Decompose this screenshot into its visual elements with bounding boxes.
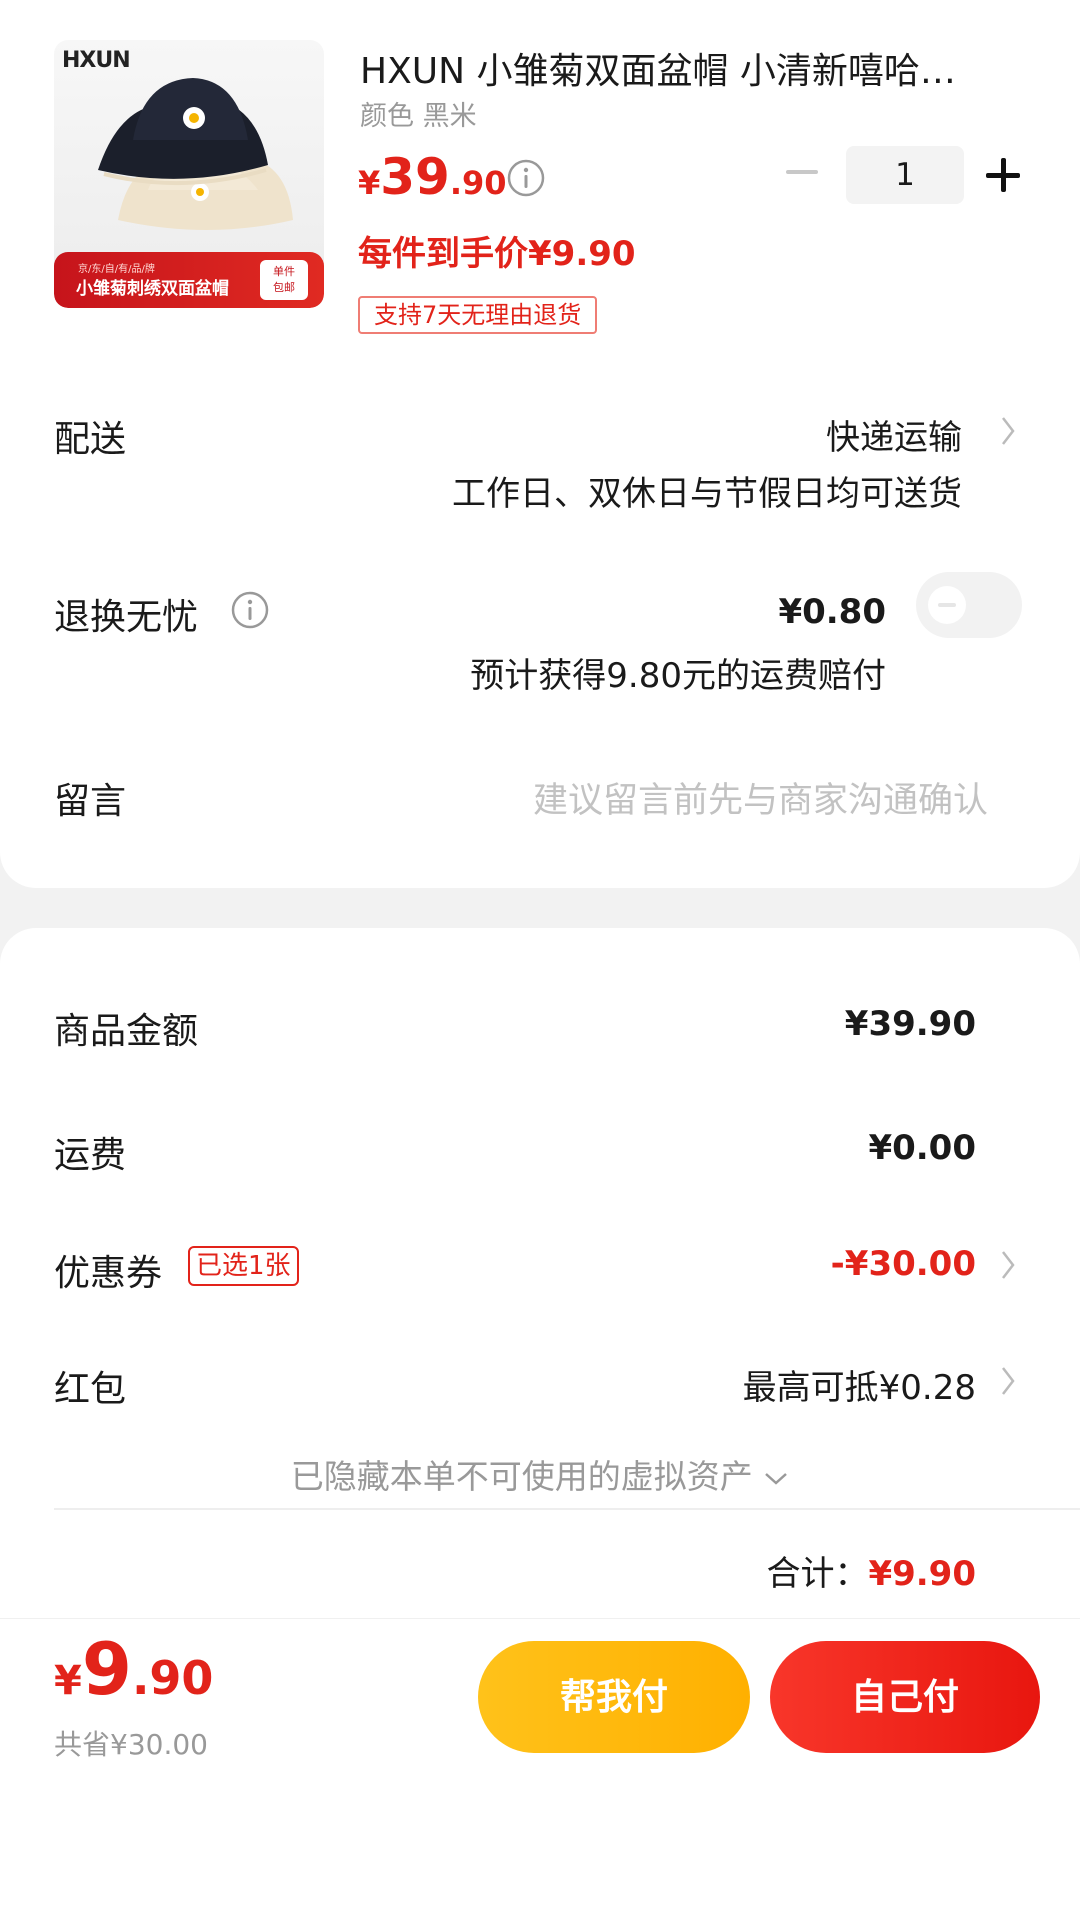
chevron-down-icon bbox=[765, 1472, 788, 1485]
payable-decimal: .90 bbox=[131, 1651, 214, 1705]
chevron-right-icon[interactable] bbox=[998, 1248, 1018, 1282]
coupon-label: 优惠券 bbox=[54, 1253, 163, 1294]
order-summary-card bbox=[0, 928, 1080, 1928]
quantity-increase-button[interactable] bbox=[986, 158, 1020, 192]
quantity-decrease-button[interactable] bbox=[786, 170, 818, 174]
delivery-label: 配送 bbox=[54, 419, 127, 460]
message-label: 留言 bbox=[54, 781, 127, 822]
product-price: ¥39.90 bbox=[358, 148, 507, 206]
image-banner-title: 小雏菊刺绣双面盆帽 bbox=[76, 279, 229, 299]
delivery-note: 工作日、双休日与节假日均可送货 bbox=[452, 474, 962, 514]
toggle-knob bbox=[928, 586, 966, 624]
shipping-fee-label: 运费 bbox=[54, 1135, 127, 1176]
return-insurance-label: 退换无忧 bbox=[54, 597, 199, 638]
quantity-input[interactable]: 1 bbox=[846, 146, 964, 204]
price-currency: ¥ bbox=[358, 164, 381, 202]
hidden-assets-toggle[interactable]: 已隐藏本单不可使用的虚拟资产 bbox=[0, 1450, 1080, 1498]
bucket-hat-illustration bbox=[98, 78, 293, 230]
price-info-icon[interactable] bbox=[506, 158, 546, 198]
delivery-method[interactable]: 快递运输 bbox=[826, 410, 962, 459]
return-insurance-toggle[interactable] bbox=[916, 572, 1022, 638]
help-me-pay-button[interactable]: 帮我付 bbox=[478, 1641, 750, 1753]
price-decimal: .90 bbox=[449, 164, 507, 202]
pay-myself-button[interactable]: 自己付 bbox=[770, 1641, 1040, 1753]
free-shipping-badge: 单件 包邮 bbox=[260, 260, 308, 300]
red-packet-label: 红包 bbox=[54, 1369, 127, 1410]
badge-line-2: 包邮 bbox=[273, 281, 295, 294]
price-integer: 39 bbox=[380, 148, 450, 206]
return-insurance-info-icon[interactable] bbox=[230, 590, 270, 630]
product-spec[interactable]: 颜色 黑米 bbox=[360, 94, 477, 133]
red-packet-value[interactable]: 最高可抵¥0.28 bbox=[743, 1360, 976, 1409]
payable-integer: 9 bbox=[81, 1627, 132, 1711]
return-policy-tag: 支持7天无理由退货 bbox=[358, 296, 598, 334]
shipping-fee-value: ¥0.00 bbox=[868, 1128, 976, 1168]
chevron-right-icon[interactable] bbox=[998, 1364, 1018, 1398]
return-insurance-price: ¥0.80 bbox=[778, 592, 886, 632]
goods-amount-label: 商品金额 bbox=[54, 1011, 199, 1052]
checkout-bar: ¥9.90 共省¥30.00 帮我付 自己付 bbox=[0, 1618, 1080, 1761]
coupon-value[interactable]: -¥30.00 bbox=[831, 1244, 976, 1284]
badge-line-1: 单件 bbox=[273, 265, 295, 278]
return-insurance-note: 预计获得9.80元的运费赔付 bbox=[470, 656, 886, 696]
divider bbox=[54, 1508, 1080, 1510]
order-total: 合计：¥9.90 bbox=[766, 1546, 976, 1595]
product-image[interactable]: HXUN 京/东/自/有/品/牌 小雏菊刺绣双面盆帽 单件 包邮 bbox=[54, 40, 324, 308]
payable-currency: ¥ bbox=[54, 1658, 82, 1704]
chevron-right-icon[interactable] bbox=[998, 414, 1018, 448]
coupon-selected-tag: 已选1张 bbox=[188, 1246, 299, 1286]
hidden-assets-text: 已隐藏本单不可使用的虚拟资产 bbox=[290, 1457, 753, 1496]
hand-price: 每件到手价¥9.90 bbox=[358, 234, 636, 274]
message-input[interactable]: 建议留言前先与商家沟通确认 bbox=[533, 772, 988, 823]
total-value: ¥9.90 bbox=[868, 1554, 976, 1594]
image-banner: 京/东/自/有/品/牌 小雏菊刺绣双面盆帽 单件 包邮 bbox=[54, 252, 324, 308]
order-item-card: HXUN 京/东/自/有/品/牌 小雏菊刺绣双面盆帽 单件 包邮 HXUN 小雏… bbox=[0, 0, 1080, 888]
total-label: 合计： bbox=[766, 1554, 869, 1594]
saved-amount: 共省¥30.00 bbox=[54, 1728, 208, 1761]
image-banner-sub: 京/东/自/有/品/牌 bbox=[78, 264, 155, 275]
payable-amount: ¥9.90 bbox=[54, 1627, 213, 1711]
product-title[interactable]: HXUN 小雏菊双面盆帽 小清新嘻哈… bbox=[360, 42, 1010, 94]
goods-amount-value: ¥39.90 bbox=[844, 1004, 976, 1044]
